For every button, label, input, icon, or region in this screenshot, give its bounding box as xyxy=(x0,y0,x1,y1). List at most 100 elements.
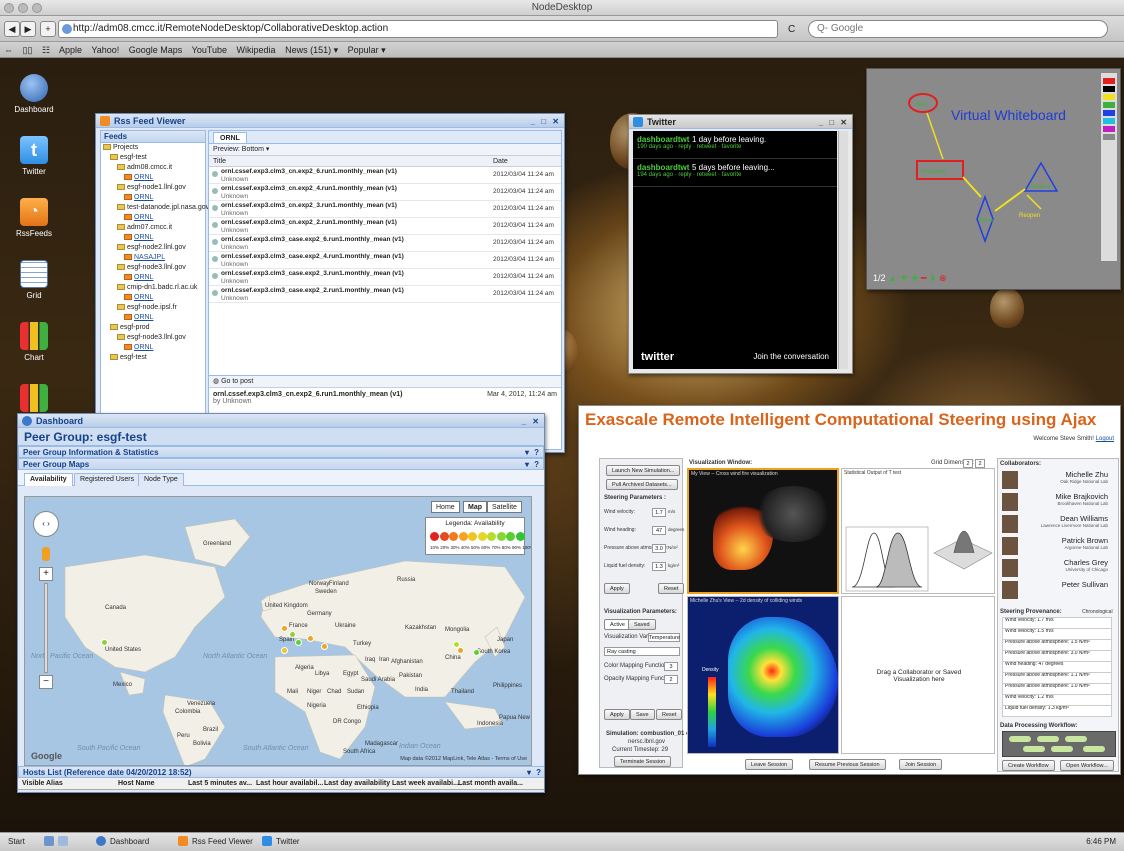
tree-node[interactable]: Projects xyxy=(103,143,205,153)
tree-node[interactable]: cmip-dn1.badc.rl.ac.uk xyxy=(103,283,205,293)
add-page-icon[interactable]: ✚ xyxy=(911,273,919,283)
render-mode-select[interactable]: Ray casting xyxy=(604,647,680,656)
preview-dropdown[interactable]: Preview: Bottom ▾ xyxy=(209,144,561,156)
remove-page-icon[interactable]: ━ xyxy=(921,273,926,283)
top-sites-grid-icon[interactable]: ☷ xyxy=(42,45,50,55)
launch-simulation-button[interactable]: Launch New Simulation... xyxy=(606,465,681,476)
apply-vis-button[interactable]: Apply xyxy=(604,709,630,720)
rss-feed-viewer-window[interactable]: Rss Feed Viewer _ □ ✕ Feeds Projects esgf… xyxy=(95,113,565,453)
color-swatch[interactable] xyxy=(1103,110,1115,116)
column-title[interactable]: Title xyxy=(213,156,226,167)
hosts-column-header[interactable]: Last week availabi... xyxy=(392,778,459,790)
tab-vis-saved[interactable]: Saved xyxy=(628,619,656,630)
feed-row[interactable]: ornl.cssef.exp3.clm3_case.exp2_4.run1.mo… xyxy=(209,252,561,269)
map-type-satellite-button[interactable]: Satellite xyxy=(487,501,522,513)
peer-group-maps-bar[interactable]: Peer Group Maps ▾ ? xyxy=(18,458,544,470)
hosts-column-header[interactable]: Last month availa... xyxy=(458,778,523,790)
provenance-item[interactable]: Liquid fuel density: 1.3 kg/m³ xyxy=(1002,705,1112,717)
feed-row[interactable]: ornl.cssef.exp3.clm3_cn.exp2_3.run1.mont… xyxy=(209,201,561,218)
desktop-icon-chart-2[interactable] xyxy=(14,384,54,415)
tab-availability[interactable]: Availability xyxy=(24,473,73,486)
window-controls[interactable]: _ ✕ xyxy=(522,415,541,429)
grid-dimension-cols[interactable]: 2 xyxy=(975,459,985,468)
tree-node[interactable]: ORNL xyxy=(103,273,205,283)
zoom-slider[interactable] xyxy=(44,583,48,673)
back-arrow-icon[interactable]: ◀ xyxy=(4,21,20,37)
grid-dimension-rows[interactable]: 2 xyxy=(963,459,973,468)
bookmark-youtube[interactable]: YouTube xyxy=(192,45,227,55)
node-availability-marker[interactable] xyxy=(473,649,480,656)
color-swatch[interactable] xyxy=(1103,118,1115,124)
tweet[interactable]: dashboardtwt 5 days before leaving... 19… xyxy=(633,159,837,187)
collaborator-item[interactable]: Charles Grey University of Chicago xyxy=(1000,557,1118,579)
taskbar-item-dashboard[interactable]: Dashboard xyxy=(96,833,149,851)
join-session-button[interactable]: Join Session xyxy=(899,759,943,770)
provenance-order-select[interactable]: Chronological xyxy=(1082,609,1113,615)
open-workflow-button[interactable]: Open Workflow... xyxy=(1060,760,1114,771)
feed-row[interactable]: ornl.cssef.exp3.clm3_cn.exp2_6.run1.mont… xyxy=(209,167,561,184)
twitter-window-header[interactable]: Twitter _ □ ✕ xyxy=(629,115,852,129)
resume-session-button[interactable]: Resume Previous Session xyxy=(809,759,886,770)
tab-ornl[interactable]: ORNL xyxy=(213,132,247,143)
open-book-icon[interactable]: ▯▯ xyxy=(23,45,33,55)
tree-node[interactable]: esgf-test xyxy=(103,153,205,163)
whiteboard-page-nav[interactable]: 1/2 ▲ ▼ ✚ ━ ⬇ ⊗ xyxy=(873,273,947,284)
steering-param-input[interactable]: 47 xyxy=(652,526,666,535)
collaborator-item[interactable]: Michelle Zhu Oak Ridge National Lab xyxy=(1000,469,1118,491)
zoom-window-icon[interactable] xyxy=(32,3,42,13)
dashboard-window-header[interactable]: Dashboard _ ✕ xyxy=(18,414,544,428)
exascale-steering-window[interactable]: Exascale Remote Intelligent Computationa… xyxy=(578,405,1121,775)
save-icon[interactable]: ⬇ xyxy=(929,273,937,283)
rss-window-header[interactable]: Rss Feed Viewer _ □ ✕ xyxy=(96,114,564,128)
color-swatch[interactable] xyxy=(1103,102,1115,108)
tab-registered-users[interactable]: Registered Users xyxy=(74,473,141,486)
tree-node[interactable]: ORNL xyxy=(103,313,205,323)
tree-node[interactable]: esgf-prod xyxy=(103,323,205,333)
column-date[interactable]: Date xyxy=(493,156,508,167)
apply-steering-button[interactable]: Apply xyxy=(604,583,630,594)
tree-node[interactable]: test-datanode.jpl.nasa.gov xyxy=(103,203,209,213)
arrow-down-icon[interactable]: ▼ xyxy=(899,273,908,283)
vis-cell-my-view[interactable]: My View -- Cross wind fire visualization xyxy=(687,468,839,594)
node-availability-marker[interactable] xyxy=(295,639,302,646)
node-availability-marker[interactable] xyxy=(101,639,108,646)
node-availability-marker[interactable] xyxy=(457,647,464,654)
bookmark-popular[interactable]: Popular ▾ xyxy=(348,45,386,55)
node-availability-marker[interactable] xyxy=(321,643,328,650)
join-conversation-link[interactable]: Join the conversation xyxy=(753,352,829,361)
tree-node[interactable]: esgf-test xyxy=(103,353,205,363)
hosts-column-header[interactable]: Visible xyxy=(22,778,44,790)
leave-session-button[interactable]: Leave Session xyxy=(745,759,794,770)
collapse-icon[interactable]: ▾ xyxy=(525,459,529,470)
desktop-icon-dashboard[interactable]: Dashboard xyxy=(14,74,54,114)
node-availability-marker[interactable] xyxy=(289,631,296,638)
bookmark-apple[interactable]: Apple xyxy=(59,45,82,55)
world-map[interactable]: Greenland Canada United States Mexico Brazil… xyxy=(24,496,532,766)
tab-node-type[interactable]: Node Type xyxy=(138,473,184,486)
feed-row[interactable]: ornl.cssef.exp3.clm3_cn.exp2_2.run1.mont… xyxy=(209,218,561,235)
color-swatch[interactable] xyxy=(1103,94,1115,100)
map-home-button[interactable]: Home xyxy=(431,501,460,513)
bookmark-wikipedia[interactable]: Wikipedia xyxy=(237,45,276,55)
collaborator-item[interactable]: Dean Williams Lawrence Livermore National… xyxy=(1000,513,1118,535)
steering-param-input[interactable]: 1.7 xyxy=(652,508,666,517)
reset-steering-button[interactable]: Reset xyxy=(658,583,685,594)
bookmark-google-maps[interactable]: Google Maps xyxy=(129,45,183,55)
hosts-column-header[interactable]: Alias xyxy=(46,778,63,790)
node-availability-marker[interactable] xyxy=(281,625,288,632)
archived-datasets-button[interactable]: Pull Archived Datasets... xyxy=(606,479,678,490)
save-vis-button[interactable]: Save xyxy=(630,709,655,720)
collaborator-item[interactable]: Patrick Brown Argonne National Lab xyxy=(1000,535,1118,557)
feed-row[interactable]: ornl.cssef.exp3.clm3_cn.exp2_4.run1.mont… xyxy=(209,184,561,201)
opacity-mapping-select[interactable]: 2 xyxy=(664,675,678,684)
feed-row[interactable]: ornl.cssef.exp3.clm3_case.exp2_3.run1.mo… xyxy=(209,269,561,286)
dashboard-window[interactable]: Dashboard _ ✕ Peer Group: esgf-test Peer… xyxy=(17,413,545,793)
tree-node[interactable]: esgf-node3.llnl.gov xyxy=(103,263,205,273)
color-swatch[interactable] xyxy=(1103,78,1115,84)
whiteboard-tool-palette[interactable] xyxy=(1100,72,1118,262)
add-bookmark-icon[interactable]: + xyxy=(40,21,56,37)
forward-arrow-icon[interactable]: ▶ xyxy=(20,21,36,37)
color-swatch[interactable] xyxy=(1103,126,1115,132)
tree-node[interactable]: ORNL xyxy=(103,293,205,303)
tree-node[interactable]: ORNL xyxy=(103,233,205,243)
